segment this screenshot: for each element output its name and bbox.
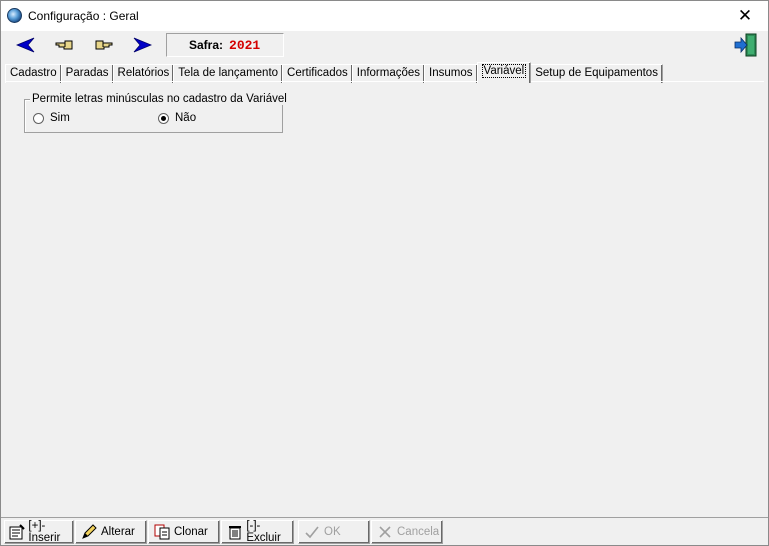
bottom-action-bar: [+]-Inserir Alterar Clonar [-]-Excluir O…: [1, 517, 768, 545]
next-arrow-icon[interactable]: [129, 33, 155, 57]
hand-point-left-icon[interactable]: [52, 33, 78, 57]
tab-label: Tela de lançamento: [178, 67, 279, 79]
delete-label: [-]-Excluir: [246, 520, 281, 544]
safra-year: 2021: [229, 37, 261, 53]
tab-panel-variavel: [5, 81, 764, 515]
ok-button[interactable]: OK: [298, 520, 370, 544]
close-button[interactable]: ✕: [722, 1, 768, 31]
insert-label: [+]-Inserir: [28, 520, 61, 544]
tab-label: Informações: [356, 67, 421, 79]
clone-label: Clonar: [174, 526, 208, 538]
radio-label-sim: Sim: [50, 112, 70, 124]
radio-nao[interactable]: Não: [158, 112, 196, 124]
insert-button[interactable]: [+]-Inserir: [4, 520, 74, 544]
app-globe-icon: [7, 8, 22, 23]
tab-label: Cadastro: [10, 67, 57, 79]
tab-label: Certificados: [287, 67, 348, 79]
alter-label: Alterar: [101, 526, 135, 538]
trash-icon: [226, 523, 243, 541]
group-legend: Permite letras minúsculas no cadastro da…: [30, 93, 289, 105]
tab-label: Setup de Equipamentos: [535, 67, 658, 79]
lowercase-option-group: Permite letras minúsculas no cadastro da…: [24, 93, 289, 133]
delete-button[interactable]: [-]-Excluir: [221, 520, 294, 544]
exit-door-icon[interactable]: [734, 32, 758, 58]
radio-sim[interactable]: Sim: [33, 112, 70, 124]
window-title: Configuração : Geral: [28, 9, 139, 23]
title-bar: Configuração : Geral ✕: [1, 1, 768, 31]
radio-label-nao: Não: [175, 112, 197, 124]
safra-label: Safra:: [189, 38, 224, 52]
cancel-x-icon: [376, 523, 394, 541]
tab-label: Insumos: [429, 67, 473, 79]
edit-pencil-icon: [80, 523, 98, 541]
cancel-button[interactable]: Cancela: [371, 520, 443, 544]
radio-circle[interactable]: [33, 112, 44, 124]
clone-icon: [153, 523, 171, 541]
insert-record-icon: [9, 523, 25, 541]
previous-arrow-icon[interactable]: [13, 33, 39, 57]
hand-point-right-icon[interactable]: [90, 33, 116, 57]
tab-label: Paradas: [65, 67, 109, 79]
safra-indicator: Safra: 2021: [166, 33, 284, 57]
ok-label: OK: [324, 526, 341, 538]
check-icon: [303, 523, 321, 541]
tab-label: Relatórios: [117, 67, 170, 79]
toolbar: Safra: 2021: [1, 31, 768, 61]
tab-label: Variável: [481, 64, 527, 78]
tab-strip: Cadastro Paradas Relatórios Tela de lanç…: [5, 62, 663, 83]
clone-button[interactable]: Clonar: [148, 520, 220, 544]
radio-circle-checked[interactable]: [158, 112, 169, 124]
configuration-window: Configuração : Geral ✕ Safra: 2021 Cadas…: [0, 0, 769, 546]
alter-button[interactable]: Alterar: [75, 520, 147, 544]
tab-variavel[interactable]: Variável: [476, 62, 532, 83]
cancel-label: Cancela: [397, 526, 440, 538]
